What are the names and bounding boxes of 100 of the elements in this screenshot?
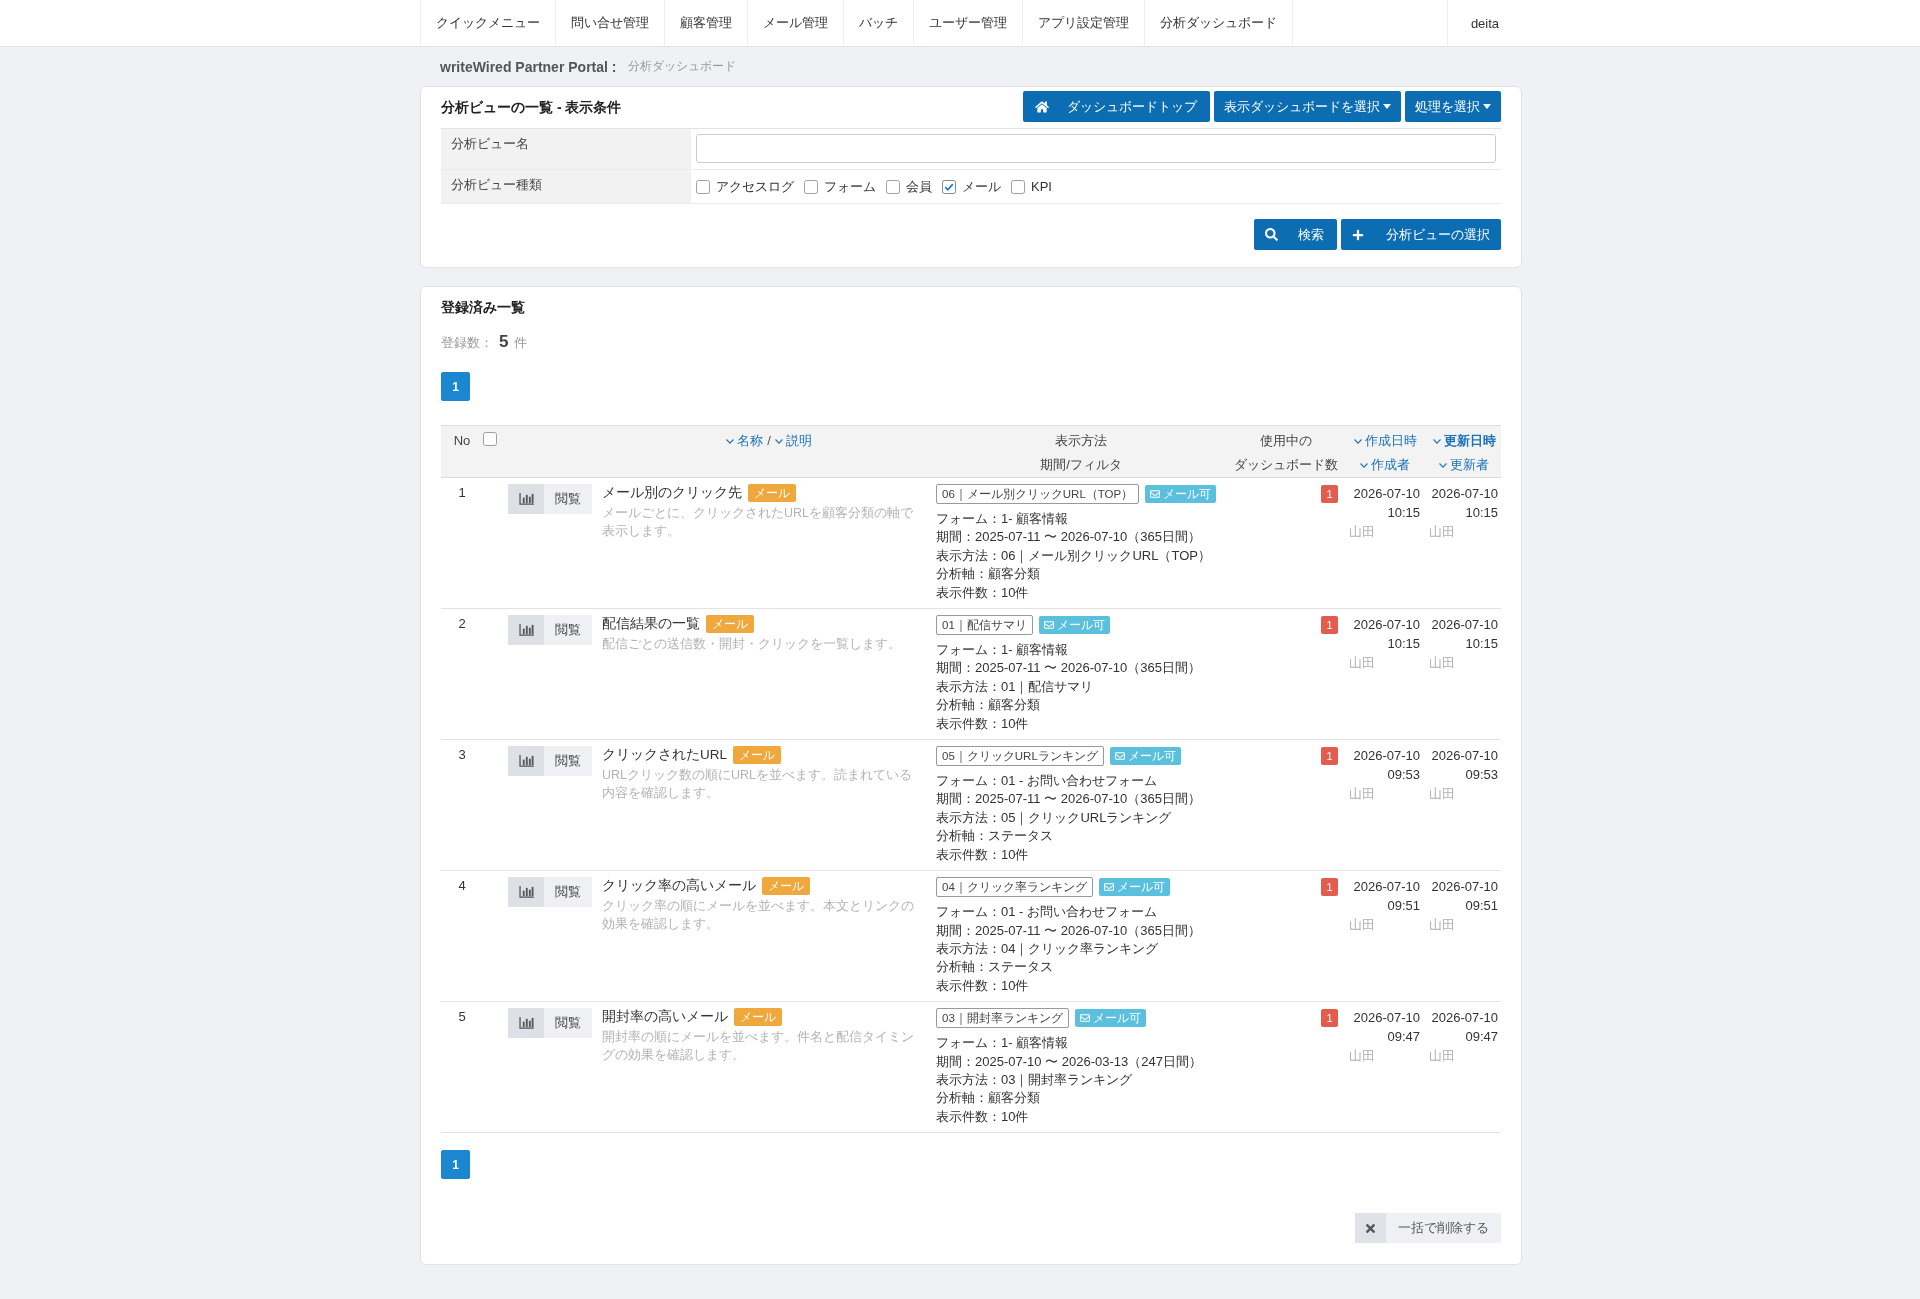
- column-header: 使用中の ダッシュボード数: [1233, 432, 1338, 474]
- nav-link[interactable]: バッチ: [844, 0, 914, 46]
- method-code-label: 03｜開封率ランキング: [936, 1008, 1069, 1029]
- add-button[interactable]: 分析ビューの選択: [1341, 219, 1501, 250]
- nav-link[interactable]: メール管理: [748, 0, 844, 46]
- dropdown-button[interactable]: 処理を選択: [1405, 91, 1501, 122]
- detail-text: フォーム：1- 顧客情報: [936, 510, 1070, 528]
- sort-link[interactable]: 名称: [726, 431, 764, 451]
- detail-text: 表示件数：10件: [936, 714, 1030, 733]
- row-number: 4: [457, 877, 467, 896]
- author-text: 山田: [1348, 916, 1376, 935]
- permission-tag: メール可: [1145, 485, 1217, 503]
- close-icon: [1355, 1213, 1386, 1244]
- time-text: 10:15: [1464, 504, 1499, 522]
- separator-text: /: [767, 432, 771, 450]
- description-text: クリック率の順にメールを並べます。本文とリンクの効果を確認します。: [602, 898, 915, 934]
- nav-link[interactable]: クイックメニュー: [421, 0, 556, 46]
- sort-link[interactable]: 更新者: [1439, 455, 1489, 475]
- checkbox[interactable]: [886, 179, 900, 194]
- category-tag: メール: [733, 746, 781, 765]
- view-name: メール別のクリック先: [602, 484, 742, 502]
- envelope-icon: [1114, 751, 1125, 762]
- detail-text: 表示方法：01｜配信サマリ: [936, 677, 1095, 697]
- date-text: 2026-07-10: [1352, 485, 1421, 503]
- home-icon: [1035, 99, 1049, 114]
- nav-link[interactable]: 顧客管理: [665, 0, 748, 46]
- count-value: 5: [499, 332, 509, 352]
- view-button[interactable]: 閲覧: [508, 615, 592, 646]
- field-label: 分析ビュー名: [441, 129, 691, 169]
- dropdown-button[interactable]: 表示ダッシュボードを選択: [1214, 91, 1401, 122]
- method-code-label: 05｜クリックURLランキング: [936, 746, 1104, 767]
- detail-text: 分析軸：顧客分類: [936, 1089, 1041, 1108]
- column-header: 表示方法: [1055, 432, 1107, 450]
- checkbox[interactable]: [696, 179, 710, 194]
- breadcrumb-page: 分析ダッシュボード: [628, 58, 737, 75]
- view-button[interactable]: 閲覧: [508, 1008, 592, 1039]
- time-text: 10:15: [1386, 635, 1421, 654]
- time-text: 10:15: [1386, 504, 1421, 522]
- option-label: 会員: [906, 177, 932, 196]
- search-icon: [1265, 228, 1278, 241]
- chevron-down-icon: [1353, 438, 1362, 444]
- date-text: 2026-07-10: [1352, 878, 1421, 897]
- detail-text: 表示件数：10件: [936, 1107, 1030, 1126]
- row-number: 3: [457, 746, 467, 765]
- nav-link[interactable]: アプリ設定管理: [1023, 0, 1145, 46]
- view-button[interactable]: 閲覧: [508, 484, 592, 514]
- date-text: 2026-07-10: [1352, 747, 1421, 766]
- detail-text: 分析軸：ステータス: [936, 958, 1054, 977]
- sort-link[interactable]: 更新日時: [1432, 431, 1496, 451]
- permission-tag: メール可: [1074, 1009, 1146, 1028]
- option-label: KPI: [1031, 179, 1052, 194]
- checkbox[interactable]: [942, 179, 956, 194]
- detail-text: 表示件数：10件: [936, 976, 1030, 995]
- detail-text: 表示方法：06｜メール別クリックURL（TOP）: [936, 546, 1212, 566]
- input-field[interactable]: [696, 134, 1496, 163]
- sort-link[interactable]: 説明: [774, 431, 812, 451]
- category-tag: メール: [762, 877, 810, 896]
- page-button[interactable]: 1: [441, 372, 470, 401]
- time-text: 10:15: [1464, 635, 1499, 654]
- checkbox[interactable]: [483, 432, 497, 446]
- date-text: 2026-07-10: [1430, 485, 1499, 503]
- description-text: URLクリック数の順にURLを並べます。読まれている内容を確認します。: [602, 767, 913, 803]
- search-button[interactable]: 検索: [1254, 219, 1337, 250]
- sort-link[interactable]: 作成者: [1360, 455, 1410, 475]
- view-button[interactable]: 閲覧: [508, 746, 592, 777]
- page-button[interactable]: 1: [441, 1150, 470, 1180]
- detail-text: 分析軸：顧客分類: [936, 565, 1041, 584]
- description-text: メールごとに、クリックされたURLを顧客分類の軸で表示します。: [602, 505, 914, 540]
- time-text: 09:51: [1386, 897, 1421, 916]
- bar-chart-icon: [508, 1008, 544, 1039]
- dashboard-count: 1: [1321, 485, 1338, 503]
- panel-title: 登録済み一覧: [441, 298, 526, 317]
- method-code-label: 01｜配信サマリ: [936, 615, 1033, 636]
- sort-link[interactable]: 作成日時: [1353, 431, 1417, 451]
- chevron-down-icon: [726, 438, 735, 444]
- date-text: 2026-07-10: [1352, 616, 1421, 635]
- dashboard-top-button[interactable]: ダッシュボードトップ: [1023, 91, 1210, 122]
- detail-text: 分析軸：ステータス: [936, 827, 1054, 846]
- author-text: 山田: [1348, 654, 1376, 673]
- chevron-down-icon: [1439, 462, 1447, 468]
- category-tag: メール: [706, 615, 754, 634]
- panel-title: 分析ビューの一覧 - 表示条件: [441, 97, 622, 117]
- envelope-icon: [1103, 882, 1114, 893]
- detail-text: 期間：2025-07-10 〜 2026-03-13（247日間）: [936, 1052, 1203, 1071]
- user-menu[interactable]: deita: [1447, 0, 1522, 46]
- view-name: 開封率の高いメール: [602, 1008, 728, 1027]
- detail-text: フォーム：1- 顧客情報: [936, 641, 1070, 660]
- nav-link[interactable]: ユーザー管理: [914, 0, 1023, 46]
- nav-link[interactable]: 問い合せ管理: [556, 0, 665, 46]
- detail-text: 表示方法：05｜クリックURLランキング: [936, 808, 1173, 828]
- detail-text: 期間：2025-07-11 〜 2026-07-10（365日間）: [936, 921, 1202, 940]
- nav-link[interactable]: 分析ダッシュボード: [1145, 0, 1293, 46]
- view-button[interactable]: 閲覧: [508, 877, 592, 908]
- time-text: 09:47: [1386, 1028, 1421, 1047]
- detail-text: 表示方法：03｜開封率ランキング: [936, 1070, 1134, 1090]
- checkbox[interactable]: [804, 179, 818, 194]
- detail-text: 表示件数：10件: [936, 845, 1030, 864]
- bulk-delete-button[interactable]: 一括で削除する: [1355, 1213, 1501, 1244]
- bar-chart-icon: [508, 484, 544, 514]
- checkbox[interactable]: [1011, 179, 1025, 194]
